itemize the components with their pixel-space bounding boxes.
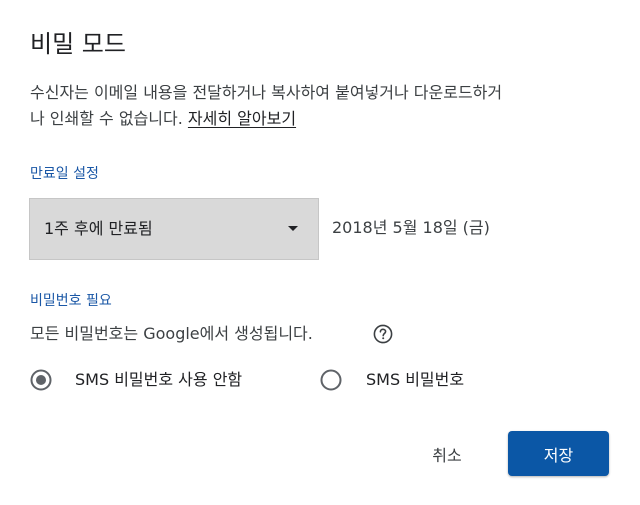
description-text: 나 인쇄할 수 없습니다.	[30, 109, 188, 128]
radio-selected-icon[interactable]	[30, 369, 52, 391]
radio-unselected-icon[interactable]	[320, 369, 342, 391]
passcode-section-label: 비밀번호 필요	[30, 293, 112, 309]
save-button[interactable]: 저장	[508, 431, 609, 476]
description-line-1: 수신자는 이메일 내용을 전달하거나 복사하여 붙여넣거나 다운로드하거	[30, 83, 503, 102]
cancel-button[interactable]: 취소	[410, 432, 484, 476]
expiry-date: 2018년 5월 18일 (금)	[332, 218, 490, 237]
radio-label-sms: SMS 비밀번호	[366, 370, 465, 389]
expiry-selected-value: 1주 후에 만료됨	[44, 219, 153, 238]
confidential-mode-dialog: 비밀 모드 수신자는 이메일 내용을 전달하거나 복사하여 붙여넣거나 다운로드…	[0, 0, 640, 505]
radio-label-no-sms: SMS 비밀번호 사용 안함	[75, 370, 243, 389]
dialog-description: 수신자는 이메일 내용을 전달하거나 복사하여 붙여넣거나 다운로드하거 나 인…	[30, 80, 610, 132]
radio-sms-passcode[interactable]: SMS 비밀번호	[320, 367, 464, 393]
help-circle-icon[interactable]	[373, 324, 393, 344]
caret-down-icon	[288, 226, 298, 231]
radio-no-sms-passcode[interactable]: SMS 비밀번호 사용 안함	[30, 367, 242, 393]
passcode-description: 모든 비밀번호는 Google에서 생성됩니다.	[30, 324, 313, 343]
learn-more-link[interactable]: 자세히 알아보기	[188, 109, 296, 128]
expiry-section-label: 만료일 설정	[30, 166, 99, 182]
description-line-2: 나 인쇄할 수 없습니다. 자세히 알아보기	[30, 106, 610, 132]
dialog-title: 비밀 모드	[30, 30, 126, 58]
expiry-dropdown[interactable]: 1주 후에 만료됨	[29, 198, 319, 260]
